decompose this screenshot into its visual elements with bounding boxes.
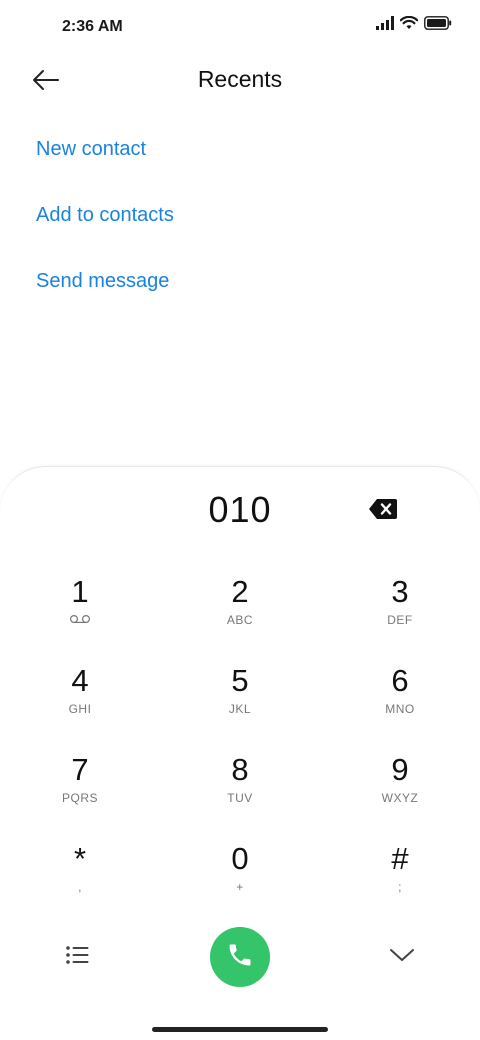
- key-4[interactable]: 4 GHI: [0, 656, 160, 745]
- dialer-bottom-bar: [0, 927, 480, 987]
- phone-icon: [226, 941, 254, 974]
- signal-icon: [376, 16, 394, 35]
- list-icon: [66, 945, 90, 969]
- key-3[interactable]: 3 DEF: [320, 567, 480, 656]
- dialed-number: 010: [208, 489, 272, 530]
- battery-icon: [424, 16, 452, 35]
- new-contact-link[interactable]: New contact: [36, 128, 174, 170]
- phone-screen: 2:36 AM Recents New contact Add to conta…: [0, 0, 480, 1040]
- backspace-icon: [368, 498, 398, 525]
- key-star[interactable]: * ,: [0, 834, 160, 923]
- chevron-down-icon: [389, 947, 415, 968]
- key-8[interactable]: 8 TUV: [160, 745, 320, 834]
- key-6[interactable]: 6 MNO: [320, 656, 480, 745]
- keypad-row: 4 GHI 5 JKL 6 MNO: [0, 656, 480, 745]
- page-title: Recents: [197, 66, 283, 92]
- keypad: 1 2 ABC 3 DEF 4 GHI 5 JKL 6 MNO 7 PQRS 8…: [0, 567, 480, 923]
- keypad-row: 7 PQRS 8 TUV 9 WXYZ: [0, 745, 480, 834]
- wifi-icon: [399, 15, 419, 35]
- key-hash[interactable]: # ;: [320, 834, 480, 923]
- key-1[interactable]: 1: [0, 567, 160, 656]
- key-5[interactable]: 5 JKL: [160, 656, 320, 745]
- status-icons: [376, 15, 452, 35]
- status-bar: 2:36 AM: [0, 0, 480, 56]
- dialer-panel: 010 1 2 ABC 3 DEF 4 GHI 5 JKL 6 MNO 7 PQ…: [0, 466, 480, 1040]
- backspace-button[interactable]: [366, 497, 400, 525]
- key-0[interactable]: 0 +: [160, 834, 320, 923]
- voicemail-icon: [0, 613, 160, 629]
- collapse-dialer-button[interactable]: [386, 943, 418, 971]
- send-message-link[interactable]: Send message: [36, 260, 174, 302]
- action-list: New contact Add to contacts Send message: [36, 128, 174, 326]
- add-to-contacts-link[interactable]: Add to contacts: [36, 194, 174, 236]
- key-2[interactable]: 2 ABC: [160, 567, 320, 656]
- status-time: 2:36 AM: [62, 18, 123, 35]
- home-indicator[interactable]: [152, 1027, 328, 1032]
- keypad-row: * , 0 + # ;: [0, 834, 480, 923]
- key-7[interactable]: 7 PQRS: [0, 745, 160, 834]
- call-button[interactable]: [210, 927, 270, 987]
- keypad-row: 1 2 ABC 3 DEF: [0, 567, 480, 656]
- key-9[interactable]: 9 WXYZ: [320, 745, 480, 834]
- menu-button[interactable]: [62, 943, 94, 971]
- header: Recents: [0, 56, 480, 108]
